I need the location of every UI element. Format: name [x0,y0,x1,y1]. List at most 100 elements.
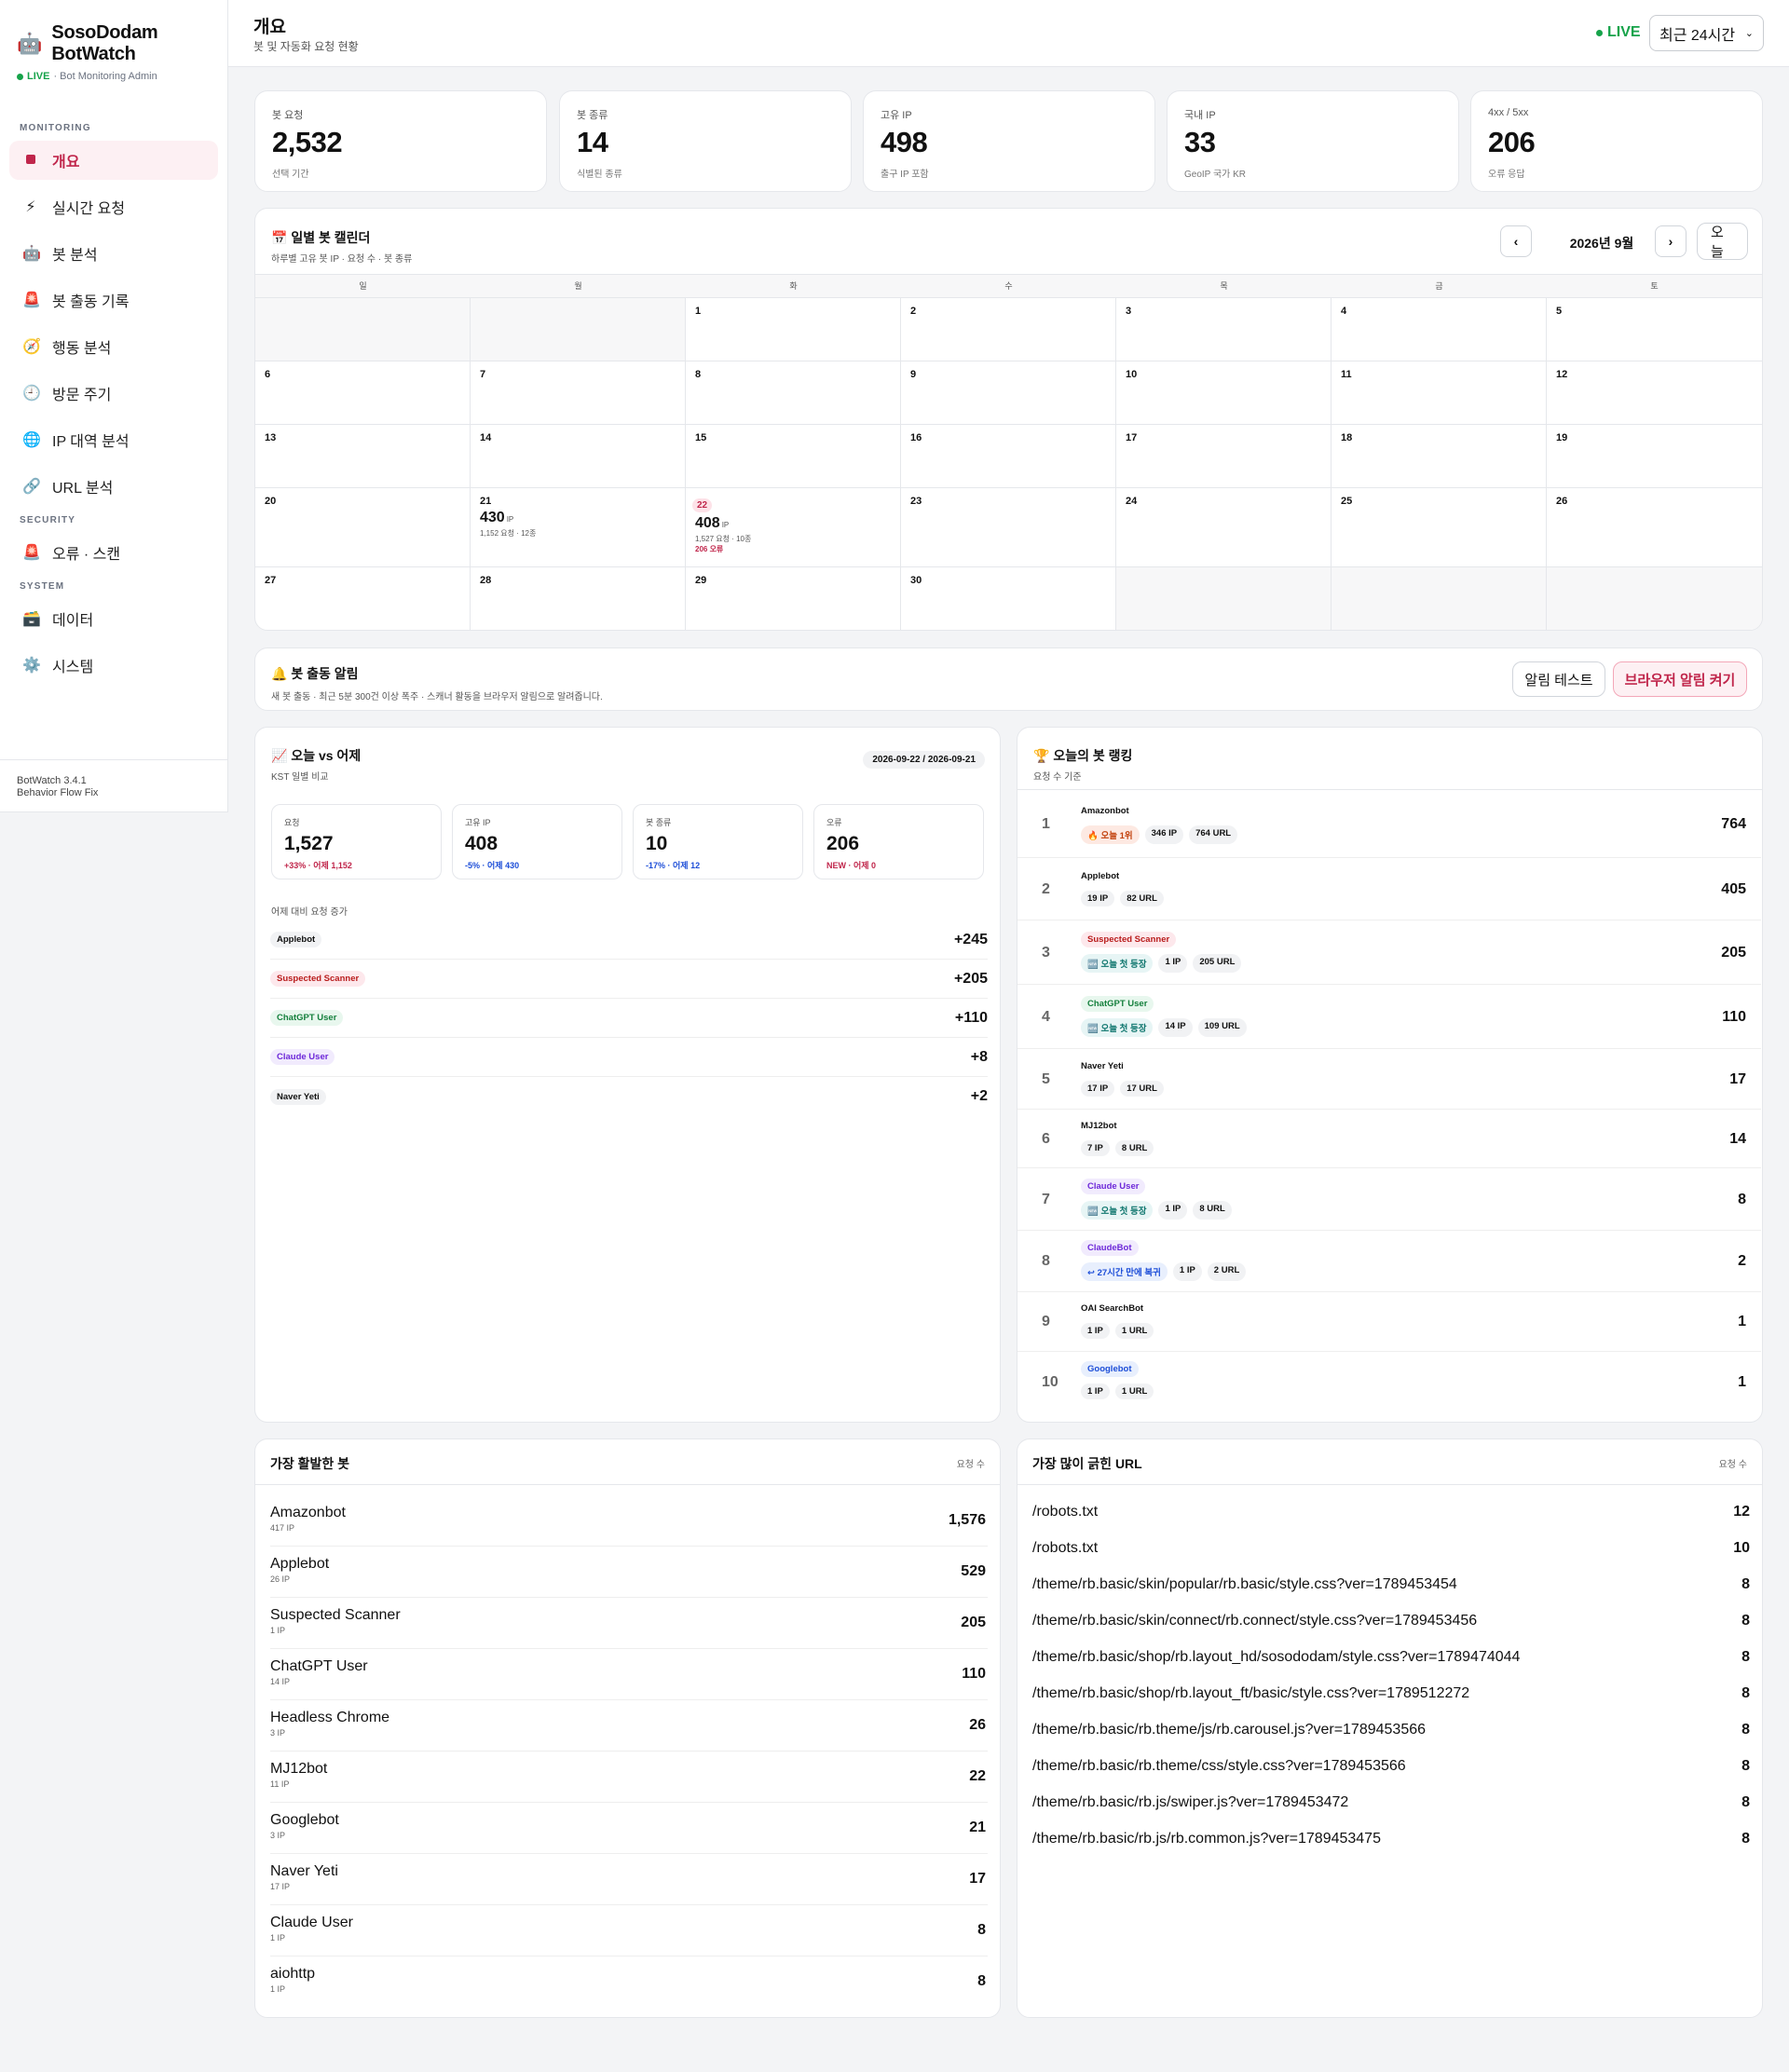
calendar-day-cell[interactable]: 24 [1116,488,1332,567]
calendar-day-cell[interactable]: 14 [471,425,686,488]
url-row[interactable]: /theme/rb.basic/skin/connect/rb.connect/… [1032,1602,1750,1639]
ranking-row[interactable]: 8 ClaudeBot ↩ 27시간 만에 복귀 1 IP 2 URL 2 [1017,1231,1761,1292]
url-row[interactable]: /robots.txt 10 [1032,1530,1750,1566]
calendar-today-button[interactable]: 오늘 [1697,223,1748,260]
ranking-row[interactable]: 4 ChatGPT User 🆕 오늘 첫 등장 14 IP 109 URL 110 [1017,985,1761,1049]
active-bot-row[interactable]: Suspected Scanner 1 IP 205 [270,1598,988,1649]
increase-value: +8 [970,1048,988,1065]
calendar-day-cell[interactable]: 22 408 IP 1,527 요청 · 10종 206 오류 [686,488,901,567]
calendar-day-cell[interactable]: 12 [1547,361,1762,425]
active-bot-name: Naver Yeti [270,1863,338,1879]
ranking-row[interactable]: 9 OAI SearchBot 1 IP 1 URL 1 [1017,1292,1761,1352]
url-row[interactable]: /theme/rb.basic/rb.js/swiper.js?ver=1789… [1032,1784,1750,1820]
sidebar-item[interactable]: 🌐 IP 대역 분석 [9,420,218,459]
calendar-day-cell[interactable]: 21 430 IP 1,152 요청 · 12종 [471,488,686,567]
calendar-day-cell[interactable]: 4 [1332,298,1547,361]
alert-test-button[interactable]: 알림 테스트 [1512,661,1605,697]
active-bot-row[interactable]: ChatGPT User 14 IP 110 [270,1649,988,1700]
url-row[interactable]: /theme/rb.basic/shop/rb.layout_ft/basic/… [1032,1675,1750,1711]
compare-stat-label: 오류 [826,818,842,827]
rank-value: 2 [1738,1253,1746,1269]
sidebar-item[interactable]: 🧭 행동 분석 [9,327,218,366]
url-row[interactable]: /theme/rb.basic/rb.js/rb.common.js?ver=1… [1032,1820,1750,1857]
sidebar-footer: BotWatch 3.4.1 Behavior Flow Fix [0,759,227,814]
day-ip-value: 430 [480,510,505,525]
calendar-day-cell[interactable]: 18 [1332,425,1547,488]
ranking-row[interactable]: 1 Amazonbot 🔥 오늘 1위 346 IP 764 URL 764 [1017,790,1761,858]
active-bot-row[interactable]: aiohttp 1 IP 8 [270,1956,988,2008]
ranking-row[interactable]: 3 Suspected Scanner 🆕 오늘 첫 등장 1 IP 205 URL 20… [1017,920,1761,985]
calendar-day-cell[interactable]: 7 [471,361,686,425]
rank-number: 5 [1042,1070,1050,1087]
url-row[interactable]: /theme/rb.basic/shop/rb.layout_hd/sosodo… [1032,1639,1750,1675]
active-bot-ip-count: 17 IP [270,1882,291,1891]
calendar-day-cell[interactable]: 19 [1547,425,1762,488]
calendar-day-cell[interactable]: 27 [255,567,471,630]
calendar-day-cell[interactable]: 5 [1547,298,1762,361]
calendar-day-cell[interactable]: 29 [686,567,901,630]
nav-icon: 🚨 [22,293,41,308]
ranking-row[interactable]: 7 Claude User 🆕 오늘 첫 등장 1 IP 8 URL 8 [1017,1168,1761,1231]
calendar-day-cell[interactable]: 2 [901,298,1116,361]
ranking-row[interactable]: 10 Googlebot 1 IP 1 URL 1 [1017,1352,1761,1412]
calendar-day-cell[interactable]: 17 [1116,425,1332,488]
top-urls-column: 요청 수 [1718,1460,1747,1470]
calendar-day-cell[interactable]: 10 [1116,361,1332,425]
compare-stat-label: 요청 [284,818,300,827]
calendar-day-cell[interactable]: 25 [1332,488,1547,567]
sidebar-item[interactable]: 🚨 오류 · 스캔 [9,533,218,572]
calendar-next-button[interactable]: › [1655,225,1687,257]
calendar-day-cell[interactable]: 20 [255,488,471,567]
sidebar-item[interactable]: 🗃️ 데이터 [9,599,218,638]
ranking-row[interactable]: 6 MJ12bot 7 IP 8 URL 14 [1017,1110,1761,1168]
active-bot-row[interactable]: Applebot 26 IP 529 [270,1547,988,1598]
calendar-day-cell[interactable]: 3 [1116,298,1332,361]
active-bot-row[interactable]: Headless Chrome 3 IP 26 [270,1700,988,1752]
live-label: LIVE [1607,24,1641,40]
active-bot-row[interactable]: Claude User 1 IP 8 [270,1905,988,1956]
calendar-day-cell[interactable]: 26 [1547,488,1762,567]
active-bot-row[interactable]: Amazonbot 417 IP 1,576 [270,1495,988,1547]
calendar-day-cell[interactable]: 9 [901,361,1116,425]
calendar-day-cell[interactable]: 15 [686,425,901,488]
nav-icon: ⚙️ [22,658,41,674]
url-row[interactable]: /theme/rb.basic/rb.theme/css/style.css?v… [1032,1748,1750,1784]
calendar-prev-button[interactable]: ‹ [1500,225,1532,257]
sidebar-item[interactable]: ⚙️ 시스템 [9,646,218,685]
calendar-day-cell[interactable]: 1 [686,298,901,361]
increase-row: ChatGPT User +110 [270,999,988,1038]
url-row[interactable]: /theme/rb.basic/skin/popular/rb.basic/st… [1032,1566,1750,1602]
sidebar-item[interactable]: 개요 [9,141,218,180]
active-bot-row[interactable]: MJ12bot 11 IP 22 [270,1752,988,1803]
active-bot-row[interactable]: Naver Yeti 17 IP 17 [270,1854,988,1905]
nav-section-label: SYSTEM [20,581,65,592]
calendar-day-cell[interactable]: 28 [471,567,686,630]
url-count: 8 [1741,1612,1750,1629]
day-errors: 206 오류 [695,545,724,553]
url-row[interactable]: /robots.txt 12 [1032,1493,1750,1530]
sidebar-item[interactable]: 🕘 방문 주기 [9,374,218,413]
version-label: BotWatch 3.4.1 [17,775,87,786]
sidebar-item[interactable]: 🤖 봇 분석 [9,234,218,273]
ranking-row[interactable]: 2 Applebot 19 IP 82 URL 405 [1017,858,1761,920]
sidebar-item[interactable]: 🚨 봇 출동 기록 [9,280,218,320]
brand-status: LIVE · Bot Monitoring Admin [17,71,211,82]
calendar-day-cell[interactable]: 30 [901,567,1116,630]
sidebar-item[interactable]: ⚡ 실시간 요청 [9,187,218,226]
calendar-day-cell[interactable]: 8 [686,361,901,425]
url-row[interactable]: /theme/rb.basic/rb.theme/js/rb.carousel.… [1032,1711,1750,1748]
sidebar-item-label: 시스템 [52,660,94,675]
calendar-day-cell[interactable]: 16 [901,425,1116,488]
sidebar-item[interactable]: 🔗 URL 분석 [9,467,218,506]
kpi-label: 봇 요청 [272,110,304,121]
calendar-day-cell[interactable]: 13 [255,425,471,488]
enable-browser-alert-button[interactable]: 브라우저 알림 켜기 [1613,661,1747,697]
time-range-select[interactable]: 최근 24시간 ⌄ [1649,15,1764,51]
day-number: 12 [1556,369,1568,380]
rank-tag: 7 IP [1081,1139,1110,1156]
ranking-row[interactable]: 5 Naver Yeti 17 IP 17 URL 17 [1017,1049,1761,1110]
active-bot-row[interactable]: Googlebot 3 IP 21 [270,1803,988,1854]
calendar-day-cell[interactable]: 23 [901,488,1116,567]
calendar-day-cell[interactable]: 6 [255,361,471,425]
calendar-day-cell[interactable]: 11 [1332,361,1547,425]
